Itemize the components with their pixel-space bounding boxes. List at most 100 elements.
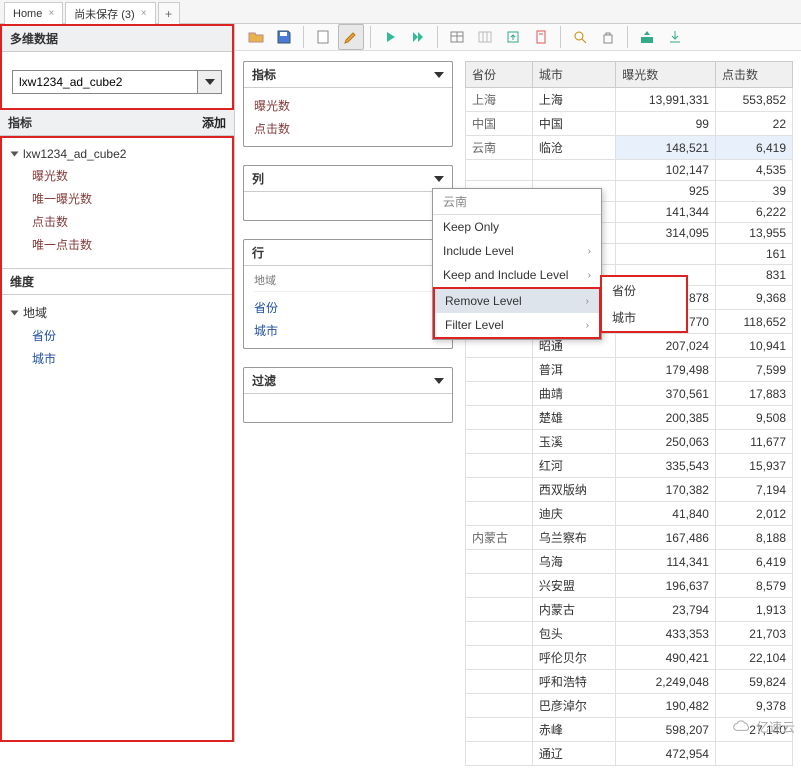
metric-item[interactable]: 点击数 [6,210,228,233]
cell-click: 553,852 [715,88,792,112]
table-row[interactable]: 包头433,35321,703 [466,622,793,646]
metric-chip[interactable]: 曝光数 [254,94,442,117]
table-row[interactable]: 玉溪250,06311,677 [466,430,793,454]
cell-click: 13,955 [715,223,792,244]
row-chip[interactable]: 省份 [254,296,442,319]
dim-item[interactable]: 城市 [6,347,228,370]
metric-item[interactable]: 唯一曝光数 [6,187,228,210]
submenu-province[interactable]: 省份 [602,277,686,304]
doc-icon[interactable] [528,24,554,50]
dim-title: 维度 [10,273,34,290]
context-submenu: 省份 城市 [600,275,688,333]
ctx-keep-include-level[interactable]: Keep and Include Level › [433,263,601,287]
cell-expose [616,244,716,265]
close-icon[interactable]: × [48,8,54,19]
upload-icon[interactable] [634,24,660,50]
search-icon[interactable] [567,24,593,50]
submenu-city[interactable]: 城市 [602,304,686,331]
cell-click: 8,579 [715,574,792,598]
export-icon[interactable] [500,24,526,50]
table-row[interactable]: 乌海114,3416,419 [466,550,793,574]
metric-item[interactable]: 曝光数 [6,164,228,187]
ctx-keep-only[interactable]: Keep Only [433,215,601,239]
cell-expose: 433,353 [616,622,716,646]
table-row[interactable]: 兴安盟196,6378,579 [466,574,793,598]
table-row[interactable]: 巴彦淖尔190,4829,378 [466,694,793,718]
cell-expose: 925 [616,181,716,202]
cell-expose: 207,024 [616,334,716,358]
add-link[interactable]: 添加 [202,114,226,131]
cell-click: 11,677 [715,430,792,454]
table-row[interactable]: 呼伦贝尔490,42122,104 [466,646,793,670]
chevron-down-icon [434,72,444,78]
panel-header[interactable]: 行 [244,240,452,266]
columns-panel: 列 [243,165,453,221]
metric-chip[interactable]: 点击数 [254,117,442,140]
clear-icon[interactable] [595,24,621,50]
col-header[interactable]: 省份 [466,62,533,88]
cell-click [715,742,792,766]
ctx-include-level[interactable]: Include Level › [433,239,601,263]
dim-item[interactable]: 省份 [6,324,228,347]
table-row[interactable]: 云南临沧148,5216,419 [466,136,793,160]
metric-item[interactable]: 唯一点击数 [6,233,228,256]
play-all-icon[interactable] [405,24,431,50]
ctx-remove-level[interactable]: Remove Level › [435,289,599,313]
table-row[interactable]: 迪庆41,8402,012 [466,502,793,526]
cell-click: 6,419 [715,550,792,574]
tab-unsaved[interactable]: 尚未保存 (3) × [65,2,155,24]
ctx-filter-level[interactable]: Filter Level › [435,313,599,337]
play-icon[interactable] [377,24,403,50]
table-row[interactable]: 呼和浩特2,249,04859,824 [466,670,793,694]
close-icon[interactable]: × [141,8,147,19]
cell-expose: 250,063 [616,430,716,454]
cube-node[interactable]: lxw1234_ad_cube2 [6,144,228,164]
table-icon[interactable] [444,24,470,50]
cell-province [466,502,533,526]
chevron-down-icon[interactable] [197,71,221,93]
cell-city: 兴安盟 [532,574,615,598]
new-icon[interactable] [310,24,336,50]
grid-icon[interactable] [472,24,498,50]
download-icon[interactable] [662,24,688,50]
cell-click: 22,104 [715,646,792,670]
table-row[interactable]: 中国中国9922 [466,112,793,136]
data-source-title: 多维数据 [10,30,58,47]
table-row[interactable]: 上海上海13,991,331553,852 [466,88,793,112]
cell-click: 6,419 [715,136,792,160]
save-icon[interactable] [271,24,297,50]
table-row[interactable]: 西双版纳170,3827,194 [466,478,793,502]
row-chip[interactable]: 城市 [254,319,442,342]
cell-city: 乌兰察布 [532,526,615,550]
table-row[interactable]: 内蒙古23,7941,913 [466,598,793,622]
cell-expose: 200,385 [616,406,716,430]
cell-expose: 141,344 [616,202,716,223]
cell-click: 7,599 [715,358,792,382]
cube-combobox[interactable] [12,70,222,94]
cell-province: 云南 [466,136,533,160]
col-header[interactable]: 城市 [532,62,615,88]
cell-click: 8,188 [715,526,792,550]
add-tab-button[interactable]: + [158,2,180,24]
cell-city: 巴彦淖尔 [532,694,615,718]
tab-home[interactable]: Home × [4,2,63,24]
panel-header[interactable]: 列 [244,166,452,192]
dim-node[interactable]: 地域 [6,301,228,324]
panel-header[interactable]: 指标 [244,62,452,88]
cube-input[interactable] [13,71,197,93]
table-row[interactable]: 102,1474,535 [466,160,793,181]
table-row[interactable]: 曲靖370,56117,883 [466,382,793,406]
table-row[interactable]: 楚雄200,3859,508 [466,406,793,430]
table-row[interactable]: 红河335,54315,937 [466,454,793,478]
edit-icon[interactable] [338,24,364,50]
col-header[interactable]: 曝光数 [616,62,716,88]
open-icon[interactable] [243,24,269,50]
cell-city: 乌海 [532,550,615,574]
table-row[interactable]: 普洱179,4987,599 [466,358,793,382]
col-header[interactable]: 点击数 [715,62,792,88]
table-row[interactable]: 通辽472,954 [466,742,793,766]
panel-header[interactable]: 过滤 [244,368,452,394]
table-row[interactable]: 内蒙古乌兰察布167,4868,188 [466,526,793,550]
toolbar-separator [437,26,438,48]
cell-click: 161 [715,244,792,265]
